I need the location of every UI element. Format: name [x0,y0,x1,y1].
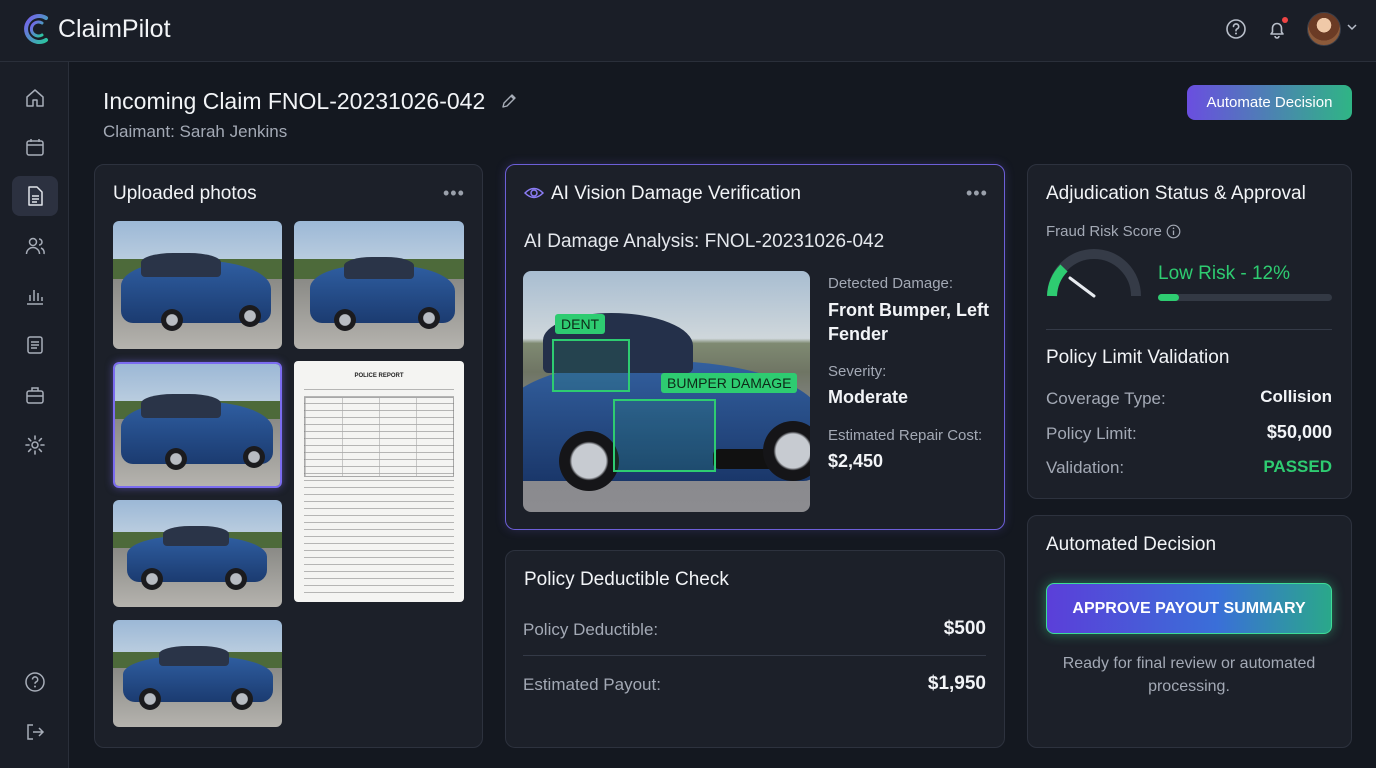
severity-value: Moderate [828,387,909,407]
app-name: ClaimPilot [58,14,171,43]
notification-bell-icon[interactable] [1264,16,1290,42]
detected-damage-label: Detected Damage: [828,275,954,292]
sidebar [0,62,69,768]
divider [523,655,986,656]
fraud-risk-bar-fill [1158,294,1179,301]
edit-pencil-icon[interactable] [500,92,518,115]
calendar-icon [26,139,44,156]
sidebar-item-calendar[interactable] [12,127,58,167]
dent-detection-box [552,339,630,392]
sidebar-item-settings[interactable] [12,425,58,465]
validation-label: Validation: [1046,458,1125,477]
coverage-type-label: Coverage Type: [1046,389,1166,408]
coverage-type-value: Collision [1260,387,1332,406]
car-photo-4[interactable] [113,500,282,607]
photos-card-title: Uploaded photos [113,183,257,204]
bar-chart-icon [27,290,43,305]
estimated-payout-label: Estimated Payout: [523,675,661,694]
adjudication-card: Adjudication Status & Approval [1027,164,1352,499]
police-report-document[interactable]: POLICE REPORT [294,361,464,602]
sidebar-item-analytics[interactable] [12,276,58,316]
gear-icon [25,435,45,455]
help-icon [25,672,45,692]
damage-analysis-image[interactable]: DENT BUMPER DAMAGE [523,271,810,512]
estimated-payout-value: $1,950 [927,673,986,694]
policy-limit-title: Policy Limit Validation [1046,347,1230,368]
approve-payout-button[interactable]: APPROVE PAYOUT SUMMARY [1046,583,1332,634]
validation-status: PASSED [1263,457,1332,476]
help-icon[interactable] [1223,16,1249,42]
automate-decision-button[interactable]: Automate Decision [1187,85,1352,120]
sidebar-item-users[interactable] [12,226,58,266]
sidebar-item-reports[interactable] [12,325,58,365]
deductible-card-title: Policy Deductible Check [524,569,729,590]
logout-icon [27,724,45,740]
car-photo-5[interactable] [113,620,282,727]
car-photo-2[interactable] [294,221,464,349]
fraud-risk-bar [1158,294,1332,301]
policy-deductible-label: Policy Deductible: [523,620,659,639]
repair-cost-label: Estimated Repair Cost: [828,427,983,444]
fraud-risk-value: Low Risk - 12% [1158,263,1290,284]
app-logo[interactable]: ClaimPilot [22,12,171,46]
fraud-risk-label: Fraud Risk Score [1046,223,1162,240]
vision-card-title: AI Vision Damage Verification [551,183,801,204]
policy-deductible-value: $500 [943,618,986,639]
sidebar-item-help[interactable] [12,662,58,702]
adjudication-card-title: Adjudication Status & Approval [1046,183,1306,204]
bumper-damage-label: BUMPER DAMAGE [661,373,798,393]
home-icon [26,89,44,107]
sidebar-item-policies[interactable] [12,375,58,415]
car-photo-3-selected[interactable] [113,362,282,488]
briefcase-icon [26,387,44,404]
sidebar-item-claims[interactable] [12,176,58,216]
police-report-title: POLICE REPORT [354,373,404,379]
vision-menu-icon[interactable]: ••• [966,183,988,204]
info-icon[interactable] [1166,224,1181,244]
policy-limit-value: $50,000 [1266,422,1332,442]
top-bar: ClaimPilot [0,0,1376,62]
policy-deductible-card: Policy Deductible Check [505,550,1005,748]
dent-label: DENT [555,314,606,334]
repair-cost-value: $2,450 [828,451,884,471]
fraud-risk-gauge [1044,248,1144,305]
user-avatar[interactable] [1307,12,1341,46]
photos-menu-icon[interactable]: ••• [443,183,465,204]
divider [1046,329,1332,330]
detected-damage-value: Front Bumper, Left Fender [828,300,989,344]
eye-icon [523,185,545,206]
page-title: Incoming Claim FNOL-20231026-042 [103,88,486,114]
bumper-detection-box [613,399,716,472]
users-icon [25,237,45,255]
claimant-name: Claimant: Sarah Jenkins [103,122,288,141]
document-icon [28,186,43,206]
car-photo-1[interactable] [113,221,282,349]
logo-icon [24,14,48,44]
policy-limit-label: Policy Limit: [1046,424,1137,443]
vision-subtitle: AI Damage Analysis: FNOL-20231026-042 [524,231,885,252]
decision-card-title: Automated Decision [1046,534,1217,555]
notification-dot [1282,17,1288,23]
decision-note: Ready for final review or automated proc… [1062,655,1316,695]
sidebar-item-home[interactable] [12,78,58,118]
severity-label: Severity: [828,363,887,380]
chevron-down-icon[interactable] [1346,20,1358,38]
list-icon [27,336,43,354]
sidebar-item-logout[interactable] [12,712,58,752]
